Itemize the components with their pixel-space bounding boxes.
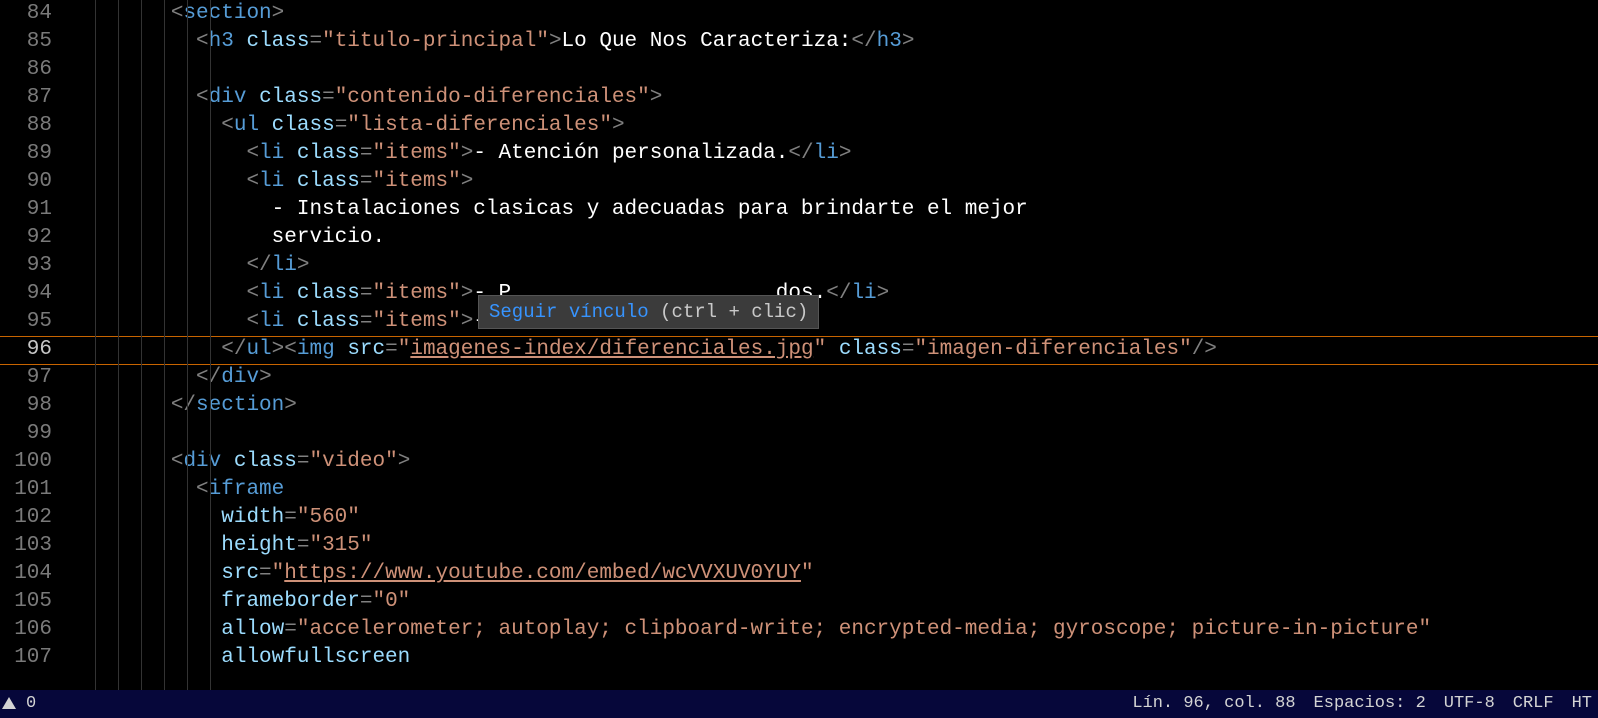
code-line[interactable]: - Instalaciones clasicas y adecuadas par… <box>70 196 1598 224</box>
line-number: 92 <box>0 224 70 252</box>
code-line[interactable]: allowfullscreen <box>70 644 1598 672</box>
code-line[interactable]: src="https://www.youtube.com/embed/wcVVX… <box>70 560 1598 588</box>
line-number: 100 <box>0 448 70 476</box>
code-editor[interactable]: 84 85 86 87 88 89 90 91 92 93 94 95 96 9… <box>0 0 1598 690</box>
code-line[interactable] <box>70 56 1598 84</box>
line-number: 103 <box>0 532 70 560</box>
code-line[interactable]: <div class="contenido-diferenciales"> <box>70 84 1598 112</box>
code-line[interactable]: <li class="items">- Profesionales califi… <box>70 280 1598 308</box>
line-number: 91 <box>0 196 70 224</box>
code-line[interactable]: <h3 class="titulo-principal">Lo Que Nos … <box>70 28 1598 56</box>
line-number: 97 <box>0 364 70 392</box>
line-number: 106 <box>0 616 70 644</box>
code-line[interactable]: servicio. <box>70 224 1598 252</box>
line-number: 84 <box>0 0 70 28</box>
code-line[interactable]: frameborder="0" <box>70 588 1598 616</box>
code-line[interactable]: <div class="video"> <box>70 448 1598 476</box>
status-language[interactable]: HT <box>1572 690 1592 718</box>
status-line-col[interactable]: Lín. 96, col. 88 <box>1132 690 1295 718</box>
warning-icon[interactable] <box>2 697 16 709</box>
line-number: 104 <box>0 560 70 588</box>
line-number: 85 <box>0 28 70 56</box>
line-number: 95 <box>0 308 70 336</box>
status-spaces[interactable]: Espacios: 2 <box>1314 690 1426 718</box>
code-line[interactable]: <li class="items"> <box>70 168 1598 196</box>
code-line[interactable] <box>70 420 1598 448</box>
line-number: 107 <box>0 644 70 672</box>
line-number: 93 <box>0 252 70 280</box>
code-line[interactable]: allow="accelerometer; autoplay; clipboar… <box>70 616 1598 644</box>
tooltip-hint-text: (ctrl + clic) <box>649 301 809 323</box>
code-line[interactable]: height="315" <box>70 532 1598 560</box>
line-number: 102 <box>0 504 70 532</box>
line-number: 99 <box>0 420 70 448</box>
code-area[interactable]: <section> <h3 class="titulo-principal">L… <box>70 0 1598 690</box>
status-bar: 0 Lín. 96, col. 88 Espacios: 2 UTF-8 CRL… <box>0 690 1598 718</box>
code-line[interactable]: <ul class="lista-diferenciales"> <box>70 112 1598 140</box>
code-line[interactable]: <section> <box>70 0 1598 28</box>
code-line[interactable]: <iframe <box>70 476 1598 504</box>
code-line[interactable]: <li class="items">- Atención personaliza… <box>70 140 1598 168</box>
line-number: 105 <box>0 588 70 616</box>
line-number: 94 <box>0 280 70 308</box>
code-line[interactable]: </div> <box>70 364 1598 392</box>
link-hover-tooltip: Seguir vínculo (ctrl + clic) <box>478 295 819 329</box>
line-number: 96 <box>0 336 70 364</box>
line-number: 89 <box>0 140 70 168</box>
code-line[interactable]: <li class="items">- E <box>70 308 1598 336</box>
tooltip-link-text: Seguir vínculo <box>489 301 649 323</box>
line-number: 101 <box>0 476 70 504</box>
warning-count[interactable]: 0 <box>26 690 36 718</box>
line-number: 98 <box>0 392 70 420</box>
line-number: 87 <box>0 84 70 112</box>
code-line[interactable]: </section> <box>70 392 1598 420</box>
status-eol[interactable]: CRLF <box>1513 690 1554 718</box>
code-line[interactable]: </li> <box>70 252 1598 280</box>
line-number-gutter: 84 85 86 87 88 89 90 91 92 93 94 95 96 9… <box>0 0 70 690</box>
line-number: 86 <box>0 56 70 84</box>
line-number: 90 <box>0 168 70 196</box>
status-encoding[interactable]: UTF-8 <box>1444 690 1495 718</box>
line-number: 88 <box>0 112 70 140</box>
code-line-current[interactable]: </ul><img src="imagenes-index/diferencia… <box>70 336 1598 364</box>
code-line[interactable]: width="560" <box>70 504 1598 532</box>
